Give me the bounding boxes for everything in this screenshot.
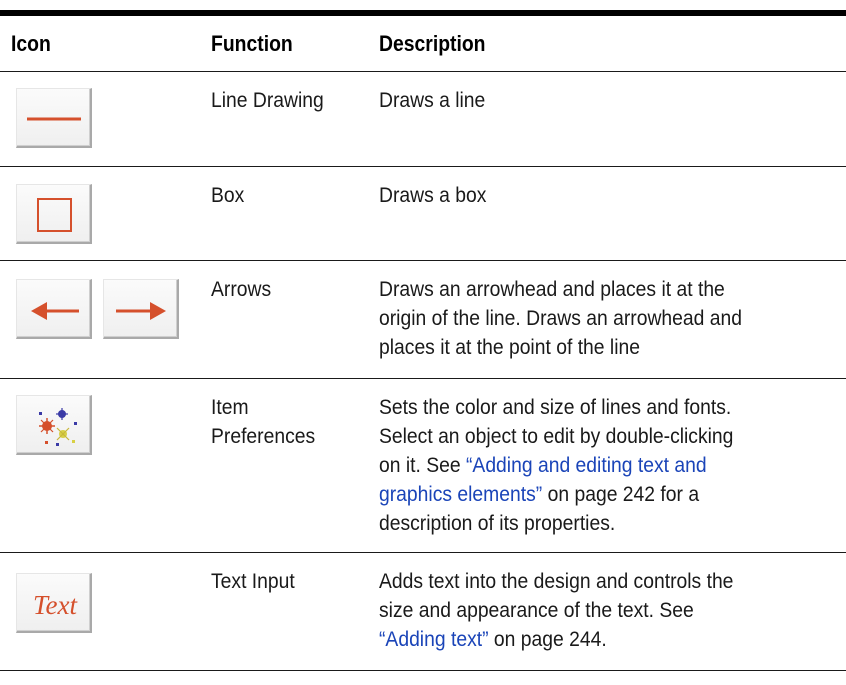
box-button[interactable]: [16, 184, 92, 244]
box-icon: [37, 198, 72, 232]
description-box: Draws a box: [379, 184, 487, 207]
description-text-input-line: Adds text into the design and controls t…: [379, 570, 734, 593]
arrow-left-icon: [31, 302, 79, 320]
description-item-preferences-line: Select an object to edit by double-click…: [379, 425, 734, 448]
line-drawing-button[interactable]: [16, 88, 92, 148]
text-icon-label: Text: [33, 590, 79, 620]
table-row-box: Box Draws a box: [0, 167, 846, 261]
function-item-preferences: Item Preferences: [211, 393, 324, 451]
page-ref-text: on page 244.: [488, 628, 607, 651]
text-input-icon: Text: [33, 590, 79, 620]
header-icon: Icon: [11, 30, 51, 56]
function-box: Box: [211, 184, 245, 207]
description-arrows-line: Draws an arrowhead and places it at the: [379, 278, 725, 301]
description-item-preferences-line: description of its properties.: [379, 512, 616, 535]
description-text-input-line: “Adding text” on page 244.: [379, 625, 811, 654]
description-text-input: Adds text into the design and controls t…: [379, 567, 846, 654]
right-arrow-button[interactable]: [103, 279, 179, 339]
description-line-drawing: Draws a line: [379, 89, 486, 112]
description-item-preferences-line: on it. See “Adding and editing text and: [379, 451, 811, 480]
adding-text-link[interactable]: “Adding text”: [379, 628, 489, 651]
item-preferences-icon: [39, 408, 77, 446]
text-input-button[interactable]: Text: [16, 573, 92, 633]
see-text: on it. See: [379, 454, 466, 477]
description-arrows: Draws an arrowhead and places it at the …: [379, 275, 846, 362]
function-line-drawing: Line Drawing: [211, 89, 324, 112]
line-icon: [27, 117, 81, 121]
header-description: Description: [379, 30, 486, 56]
page-ref-text: on page 242 for a: [542, 483, 700, 506]
description-item-preferences-line: Sets the color and size of lines and fon…: [379, 396, 732, 419]
table-row-text-input: Text Text Input Adds text into the desig…: [0, 553, 846, 671]
description-text-input-line: size and appearance of the text. See: [379, 599, 694, 622]
description-item-preferences: Sets the color and size of lines and fon…: [379, 393, 846, 538]
description-item-preferences-line: graphics elements” on page 242 for a: [379, 480, 811, 509]
item-preferences-button[interactable]: [16, 395, 92, 455]
left-arrow-button[interactable]: [16, 279, 92, 339]
icon-function-table: Icon Function Description Line Drawing D…: [0, 10, 846, 671]
adding-editing-link-cont[interactable]: graphics elements”: [379, 483, 542, 506]
header-function: Function: [211, 30, 293, 56]
description-arrows-line: origin of the line. Draws an arrowhead a…: [379, 307, 742, 330]
description-arrows-line: places it at the point of the line: [379, 336, 640, 359]
arrow-right-icon: [116, 302, 166, 320]
function-item-preferences-line: Preferences: [211, 425, 316, 448]
adding-editing-link[interactable]: “Adding and editing text and: [466, 454, 707, 477]
function-text-input: Text Input: [211, 570, 295, 593]
table-row-line-drawing: Line Drawing Draws a line: [0, 72, 846, 167]
function-arrows: Arrows: [211, 278, 272, 301]
table-row-arrows: Arrows Draws an arrowhead and places it …: [0, 261, 846, 379]
function-item-preferences-line: Item: [211, 396, 249, 419]
table-row-item-preferences: Item Preferences Sets the color and size…: [0, 379, 846, 553]
table-header-row: Icon Function Description: [0, 16, 846, 72]
